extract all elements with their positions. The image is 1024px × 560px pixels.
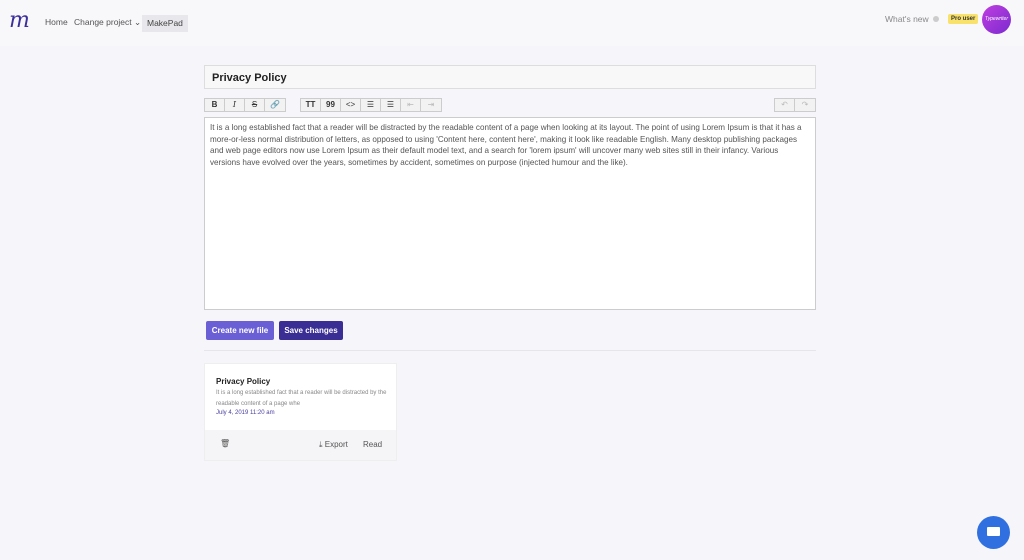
logo[interactable]: m: [9, 8, 30, 33]
link-button[interactable]: 🔗: [265, 99, 285, 111]
top-bar: m Home Change project ⌄ MakePad What's n…: [0, 0, 1024, 46]
nav-label: Change project: [74, 17, 132, 27]
chat-button[interactable]: [977, 516, 1010, 549]
chevron-down-icon: ⌄: [134, 17, 142, 27]
export-button[interactable]: ⤓ Export: [319, 440, 348, 450]
trash-icon[interactable]: 🗑: [220, 439, 230, 448]
numbered-list-button[interactable]: ☰: [381, 99, 401, 111]
whats-new-link[interactable]: What's new: [885, 14, 929, 24]
nav-change-project[interactable]: Change project ⌄: [74, 17, 141, 28]
card-title: Privacy Policy: [216, 377, 271, 386]
avatar[interactable]: Typewriter: [982, 5, 1011, 34]
card-excerpt: It is a long established fact that a rea…: [216, 390, 387, 407]
document-title-input[interactable]: Privacy Policy: [204, 65, 816, 89]
redo-button[interactable]: ↷: [795, 99, 815, 111]
status-dot: [933, 16, 939, 22]
nav-makepad[interactable]: MakePad: [142, 15, 188, 32]
nav-home[interactable]: Home: [45, 17, 68, 27]
code-button[interactable]: <>: [341, 99, 361, 111]
strikethrough-button[interactable]: S: [245, 99, 265, 111]
create-new-file-button[interactable]: Create new file: [206, 321, 274, 340]
card-date: July 4, 2019 11:20 am: [216, 410, 275, 416]
document-editor[interactable]: It is a long established fact that a rea…: [204, 117, 816, 310]
pro-badge: Pro user: [948, 14, 979, 24]
heading-button[interactable]: TT: [301, 99, 321, 111]
card-footer: 🗑 ⤓ Export Read: [205, 430, 396, 460]
file-card[interactable]: Privacy Policy It is a long established …: [204, 363, 397, 461]
divider: [204, 350, 816, 351]
quote-button[interactable]: 99: [321, 99, 341, 111]
format-toolbar: B I S 🔗: [204, 98, 286, 112]
bullet-list-button[interactable]: ☰: [361, 99, 381, 111]
indent-button[interactable]: ⇥: [421, 99, 441, 111]
read-button[interactable]: Read: [363, 440, 382, 449]
bold-button[interactable]: B: [205, 99, 225, 111]
block-toolbar: TT 99 <> ☰ ☰ ⇤ ⇥: [300, 98, 442, 112]
italic-button[interactable]: I: [225, 99, 245, 111]
save-changes-button[interactable]: Save changes: [279, 321, 343, 340]
outdent-button[interactable]: ⇤: [401, 99, 421, 111]
history-toolbar: ↶ ↷: [774, 98, 816, 112]
undo-button[interactable]: ↶: [775, 99, 795, 111]
